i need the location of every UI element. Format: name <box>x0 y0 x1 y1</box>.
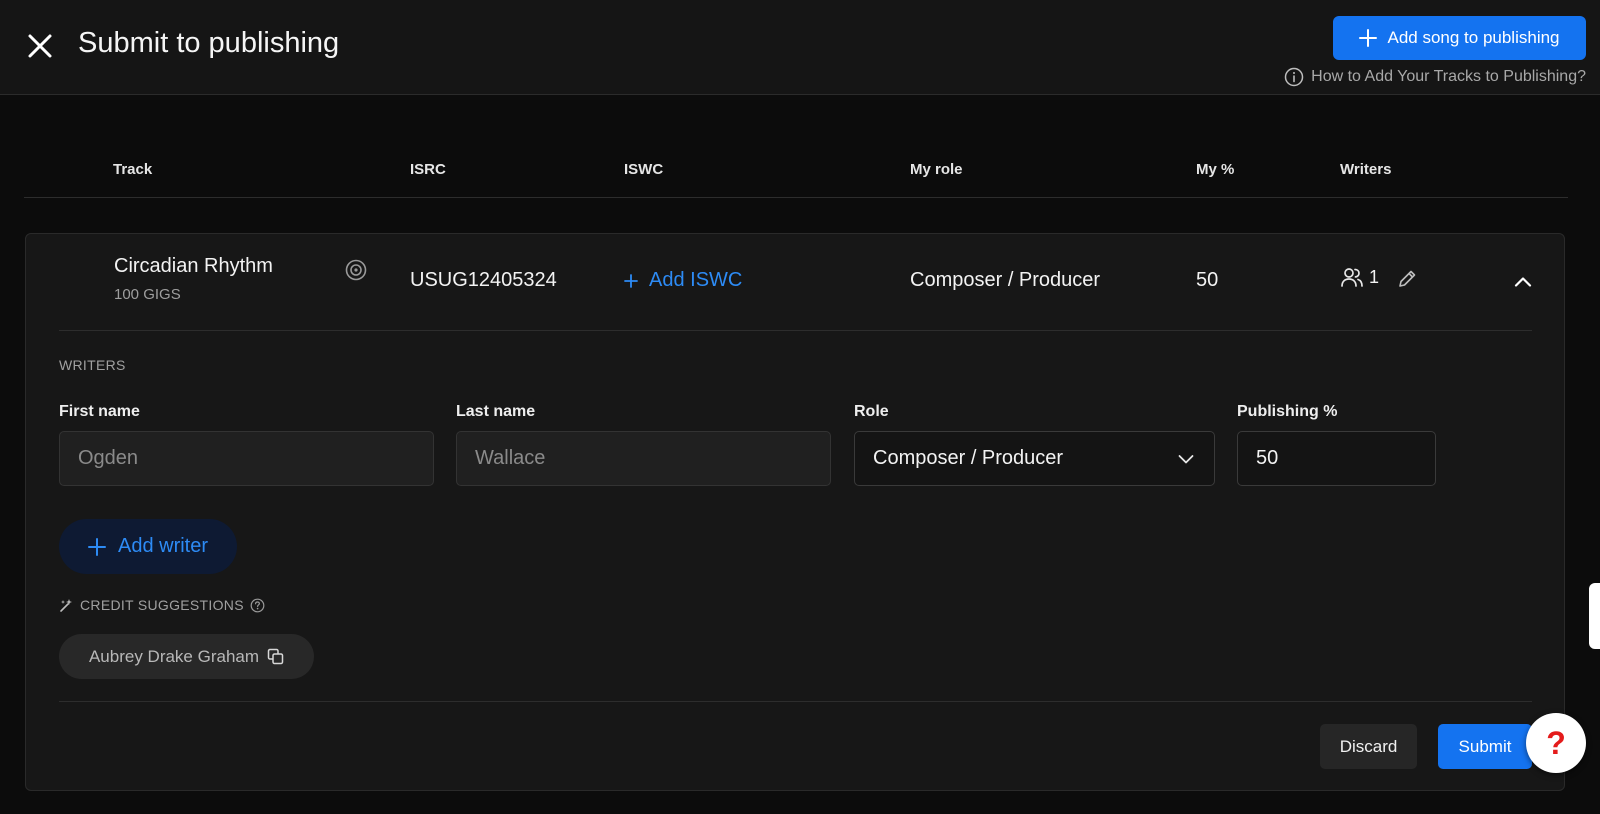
plus-icon <box>624 273 638 288</box>
first-name-field[interactable]: Ogden <box>59 431 434 486</box>
info-icon <box>1284 67 1304 87</box>
column-header-iswc: ISWC <box>624 161 664 178</box>
discard-button[interactable]: Discard <box>1320 724 1417 769</box>
role-label: Role <box>854 403 889 420</box>
how-to-add-tracks-link[interactable]: How to Add Your Tracks to Publishing? <box>1284 67 1586 87</box>
role-value: Composer / Producer <box>873 447 1064 469</box>
track-card <box>25 233 1565 791</box>
column-header-track: Track <box>113 161 153 178</box>
publishing-percent-value: 50 <box>1256 447 1279 469</box>
first-name-value: Ogden <box>78 447 139 469</box>
chevron-down-icon <box>1178 455 1194 464</box>
copy-icon <box>267 648 284 665</box>
plus-icon <box>1359 29 1378 47</box>
publishing-percent-label: Publishing % <box>1237 403 1338 420</box>
chevron-up-icon[interactable] <box>1512 271 1534 293</box>
footer-divider <box>59 701 1532 702</box>
close-button[interactable] <box>24 30 56 62</box>
my-percent-value: 50 <box>1196 269 1219 291</box>
role-select[interactable]: Composer / Producer <box>854 431 1215 486</box>
submit-button[interactable]: Submit <box>1438 724 1532 769</box>
writers-count: 1 <box>1340 266 1379 288</box>
credit-suggestion-name: Aubrey Drake Graham <box>88 646 260 666</box>
row-divider <box>59 330 1532 331</box>
publishing-percent-field[interactable]: 50 <box>1237 431 1436 486</box>
writers-count-value: 1 <box>1369 266 1380 287</box>
column-header-writers: Writers <box>1340 161 1392 178</box>
add-song-to-publishing-button[interactable]: Add song to publishing <box>1333 16 1586 60</box>
how-to-label: How to Add Your Tracks to Publishing? <box>1311 68 1586 85</box>
last-name-field[interactable]: Wallace <box>456 431 831 486</box>
help-circle-icon[interactable] <box>250 598 265 613</box>
credit-suggestions-label: CREDIT SUGGESTIONS <box>80 597 244 613</box>
track-title: Circadian Rhythm <box>114 255 273 277</box>
add-writer-label: Add writer <box>117 535 209 557</box>
credit-suggestions-heading: CREDIT SUGGESTIONS <box>59 597 265 613</box>
column-header-my-role: My role <box>910 161 963 178</box>
top-bar: Submit to publishing Add song to publish… <box>0 0 1600 95</box>
add-iswc-label: Add ISWC <box>649 269 743 291</box>
table-header: Track ISRC ISWC My role My % Writers <box>24 150 1568 198</box>
last-name-label: Last name <box>456 403 536 420</box>
add-iswc-button[interactable]: Add ISWC <box>624 269 742 292</box>
disc-icon <box>345 259 367 281</box>
users-icon <box>1341 268 1363 287</box>
sparkle-icon <box>60 598 72 612</box>
first-name-label: First name <box>59 403 140 420</box>
close-icon <box>28 34 52 58</box>
side-feedback-tab[interactable] <box>1589 583 1600 649</box>
pencil-icon[interactable] <box>1396 268 1418 290</box>
track-artist: 100 GIGS <box>114 286 181 303</box>
add-writer-button[interactable]: Add writer <box>59 519 237 574</box>
my-role-value: Composer / Producer <box>910 269 1101 291</box>
credit-suggestion-chip[interactable]: Aubrey Drake Graham <box>59 634 314 679</box>
last-name-value: Wallace <box>475 447 546 469</box>
add-song-label: Add song to publishing <box>1387 28 1560 47</box>
column-header-my-percent: My % <box>1196 161 1235 178</box>
column-header-isrc: ISRC <box>410 161 446 178</box>
plus-icon <box>87 537 106 556</box>
page-title: Submit to publishing <box>78 27 340 59</box>
isrc-value: USUG12405324 <box>410 269 557 291</box>
writers-section-heading: WRITERS <box>59 357 126 373</box>
help-button[interactable]: ? <box>1526 713 1586 773</box>
